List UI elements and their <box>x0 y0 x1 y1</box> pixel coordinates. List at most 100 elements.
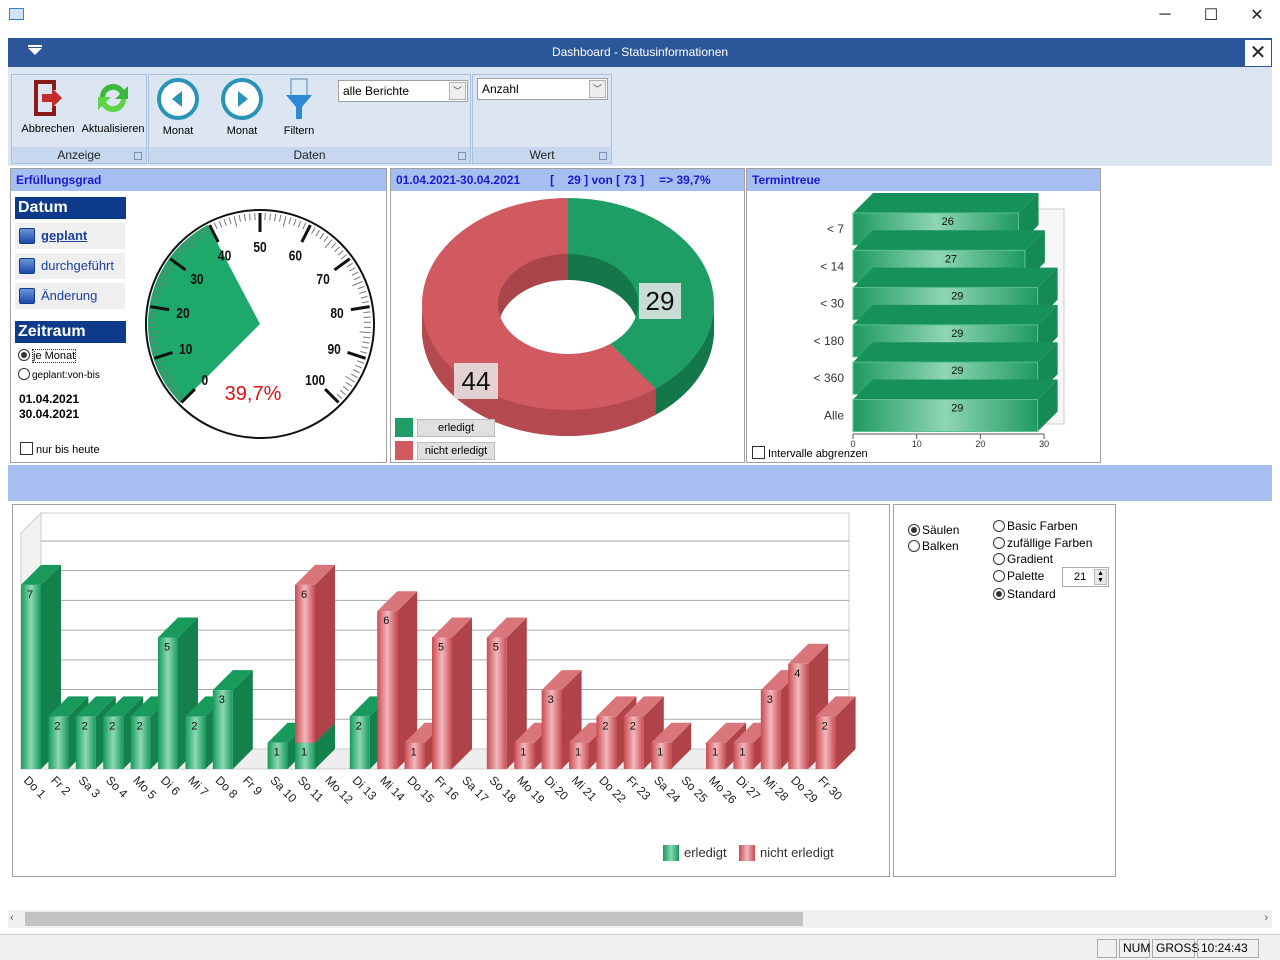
radio-icon <box>993 569 1005 582</box>
legend-open-button[interactable]: nicht erledigt <box>417 442 495 460</box>
filter-button[interactable]: Filtern <box>277 77 321 137</box>
bar-value-label: 29 <box>951 365 963 377</box>
bar-value-label: 2 <box>630 720 636 732</box>
bar-value-label: 1 <box>657 747 663 759</box>
previous-month-button[interactable]: Monat <box>153 77 203 137</box>
bar-value-label: 2 <box>822 720 828 732</box>
close-window-button[interactable]: ✕ <box>1234 0 1280 30</box>
radio-icon <box>993 553 1005 565</box>
gradient-label: Gradient <box>1007 552 1054 566</box>
dialog-launcher-icon[interactable] <box>599 152 607 160</box>
gauge-tick-label: 70 <box>316 271 329 288</box>
bar-value-label: 1 <box>575 747 581 759</box>
balken-label: Balken <box>922 539 959 553</box>
bar-top <box>853 193 1039 213</box>
interval-checkbox[interactable]: Intervalle abgrenzen <box>752 446 868 460</box>
scrollbar-thumb[interactable] <box>25 912 803 926</box>
dashboard-close-button[interactable]: ✕ <box>1244 39 1272 67</box>
bar-value-label: 27 <box>945 253 957 265</box>
x-tick-label: So 11 <box>295 773 327 805</box>
radio-gradient[interactable]: Gradient <box>993 551 1092 568</box>
color-mode-group: Basic Farben zufällige Farben Gradient P… <box>993 518 1092 603</box>
ribbon-group-daten: Monat Monat Filtern alle Berichte ﹀ Daten <box>148 74 471 164</box>
bar-value-label: 2 <box>191 720 197 732</box>
radio-balken[interactable]: Balken <box>908 538 959 554</box>
horizontal-scrollbar[interactable]: ‹ › <box>8 910 1272 928</box>
bar-value-label: 26 <box>942 216 954 228</box>
legend-swatch-done <box>395 418 413 437</box>
gauge-value-label: 39,7% <box>225 383 282 405</box>
category-label: < 14 <box>820 259 844 273</box>
filter-icon <box>286 78 312 119</box>
x-tick-label: Do 22 <box>596 773 629 806</box>
x-tick-label: Sa 17 <box>459 773 491 805</box>
x-tick-label: Mi 21 <box>569 773 600 804</box>
x-tick-label: Fr 23 <box>624 773 654 803</box>
standard-label: Standard <box>1007 587 1056 601</box>
radio-icon <box>908 524 920 536</box>
interval-label: Intervalle abgrenzen <box>768 448 868 460</box>
abbrechen-button[interactable]: Abbrechen <box>16 77 80 135</box>
scroll-left-icon[interactable]: ‹ <box>10 912 14 924</box>
legend-done-button[interactable]: erledigt <box>417 419 495 437</box>
bar-erledigt <box>21 584 41 769</box>
radio-saeulen[interactable]: Säulen <box>908 522 959 538</box>
bar-value-label: 1 <box>411 747 417 759</box>
radio-zufaellige-farben[interactable]: zufällige Farben <box>993 535 1092 552</box>
bar-value-label: 6 <box>383 615 389 627</box>
value-select-value: Anzahl <box>482 82 519 96</box>
bar-value-label: 2 <box>109 720 115 732</box>
status-bar: NUM GROSS 10:24:43 <box>0 934 1280 960</box>
scroll-right-icon[interactable]: › <box>1264 912 1268 924</box>
bar-top <box>853 304 1058 325</box>
daily-bar-chart: 7 Do 1 2 Fr 2 2 Sa 3 2 So 4 2 Mo 5 5 Di 6 2 Mi 7 3 Do 8… <box>19 511 856 861</box>
checkbox-icon <box>752 446 765 459</box>
x-tick-label: Sa 10 <box>267 773 299 805</box>
bar-value-label: 5 <box>493 642 499 654</box>
status-empty-cell <box>1097 939 1117 958</box>
minimize-button[interactable]: ─ <box>1142 0 1188 30</box>
termintreue-panel: Termintreue 0 10 20 30 < 7 26 < 14 27 < 30 29 < 18… <box>746 168 1101 463</box>
radio-basic-farben[interactable]: Basic Farben <box>993 518 1092 535</box>
bar-value-label: 5 <box>438 642 444 654</box>
gauge-tick-label: 30 <box>190 271 203 288</box>
bar-value-label: 29 <box>951 328 963 340</box>
maximize-button[interactable]: ☐ <box>1188 0 1234 30</box>
bar <box>852 399 1039 432</box>
app-icon <box>9 8 24 20</box>
value-select[interactable]: Anzahl ﹀ <box>477 78 608 100</box>
x-tick-label: 20 <box>975 439 985 449</box>
bar-top <box>853 379 1058 400</box>
aktualisieren-button[interactable]: Aktualisieren <box>80 77 146 135</box>
dialog-launcher-icon[interactable] <box>134 152 142 160</box>
x-tick-label: Mi 7 <box>185 773 211 799</box>
x-tick-label: 10 <box>912 439 922 449</box>
group-label-daten: Daten <box>149 147 470 163</box>
chevron-down-icon[interactable]: ﹀ <box>589 80 606 98</box>
radio-standard[interactable]: Standard <box>993 586 1092 603</box>
x-tick-label: Mo 26 <box>706 773 740 807</box>
saeulen-label: Säulen <box>922 523 960 537</box>
legend-swatch <box>663 845 679 861</box>
bar-value-label: 1 <box>520 747 526 759</box>
report-select[interactable]: alle Berichte ﹀ <box>338 80 468 102</box>
category-label: < 30 <box>820 297 844 311</box>
dialog-launcher-icon[interactable] <box>458 152 466 160</box>
next-month-button[interactable]: Monat <box>217 77 267 137</box>
chart-options-panel: Säulen Balken Basic Farben zufällige Far… <box>893 504 1116 877</box>
menu-dropdown-icon[interactable] <box>28 48 42 55</box>
gauge-tick-label: 0 <box>202 372 209 389</box>
spinner-arrows-icon[interactable]: ▲ ▼ <box>1094 569 1107 585</box>
bar-value-label: 3 <box>548 694 554 706</box>
radio-icon <box>908 540 920 552</box>
ribbon-group-anzeige: Abbrechen Aktualisieren Anzeige <box>11 74 147 164</box>
gauge-tick-label: 20 <box>176 305 189 322</box>
x-tick-label: So 4 <box>103 773 131 801</box>
chevron-down-icon[interactable]: ﹀ <box>449 82 466 100</box>
x-tick-label: Mo 5 <box>130 773 159 802</box>
gauge-tick-label: 60 <box>289 247 302 264</box>
palette-spinner[interactable]: 21 ▲ ▼ <box>1062 567 1109 587</box>
bar-value-label: 1 <box>712 747 718 759</box>
status-time: 10:24:43 <box>1197 939 1259 958</box>
bar-value-label: 2 <box>356 720 362 732</box>
